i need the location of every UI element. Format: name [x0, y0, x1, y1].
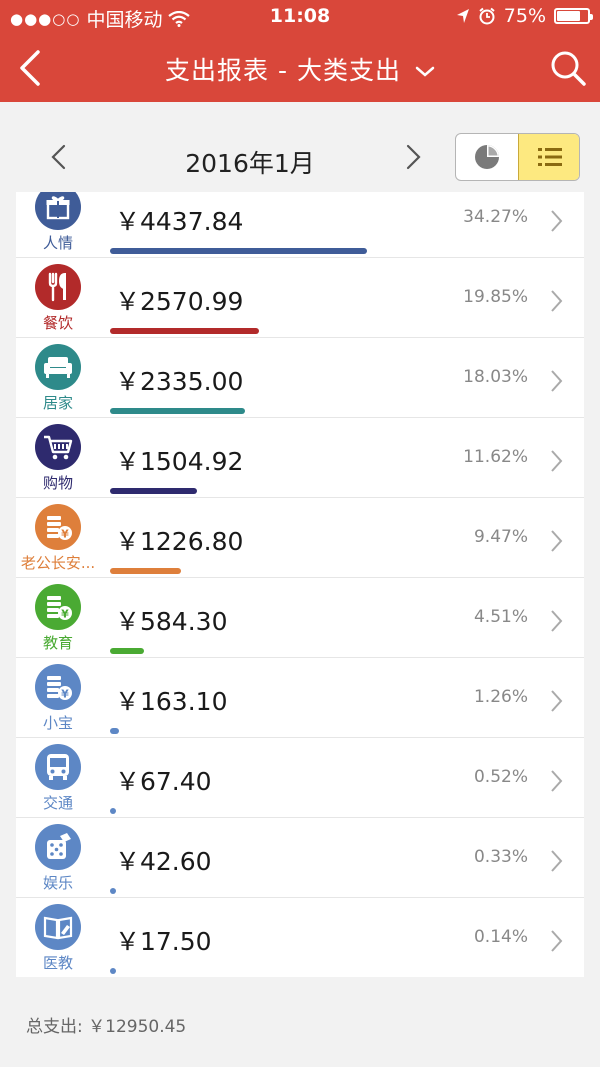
bus-icon	[35, 744, 81, 790]
chevron-right-icon	[551, 530, 563, 552]
category-amount: ￥163.10	[115, 687, 228, 716]
category-name: 餐饮	[42, 314, 73, 332]
sofa-icon	[35, 344, 81, 390]
chevron-right-icon[interactable]	[402, 142, 424, 172]
category-name: 小宝	[42, 714, 73, 732]
total-expense: 总支出: ￥12950.45	[26, 1017, 187, 1037]
report-type-selector[interactable]: 支出报表 - 大类支出	[0, 51, 600, 87]
pie-chart-icon	[475, 145, 499, 169]
category-name: 娱乐	[42, 874, 73, 892]
category-amount: ￥67.40	[115, 767, 212, 796]
percent-bar	[110, 888, 116, 894]
category-percent: 11.62%	[463, 447, 528, 467]
chevron-left-icon[interactable]	[48, 142, 70, 172]
category-row-education[interactable]: ¥ 教育 ￥584.30 4.51%	[16, 578, 584, 658]
status-bar: ●●●○○ 中国移动 11:08 75%	[0, 0, 600, 34]
svg-text:¥: ¥	[61, 528, 69, 541]
category-row-transport[interactable]: 交通 ￥67.40 0.52%	[16, 738, 584, 818]
percent-bar	[110, 328, 259, 334]
category-name: 交通	[42, 794, 73, 812]
list-icon	[537, 148, 562, 166]
category-row-shopping[interactable]: 购物 ￥1504.92 11.62%	[16, 418, 584, 498]
pie-chart-view-button[interactable]	[456, 134, 518, 180]
category-amount: ￥42.60	[115, 847, 212, 876]
category-name: 教育	[42, 634, 73, 652]
category-percent: 0.33%	[473, 847, 528, 867]
percent-bar	[110, 488, 198, 494]
chevron-right-icon	[551, 210, 563, 232]
category-percent: 18.03%	[463, 367, 528, 387]
percent-bar	[110, 728, 120, 734]
view-toggle	[455, 133, 580, 181]
category-row-xiaobao[interactable]: ¥ 小宝 ￥163.10 1.26%	[16, 658, 584, 738]
category-row-medical-education[interactable]: 医教 ￥17.50 0.14%	[16, 898, 584, 977]
category-name: 老公长安...	[20, 554, 96, 572]
svg-text:¥: ¥	[61, 608, 69, 621]
category-percent: 0.52%	[473, 767, 528, 787]
category-amount: ￥584.30	[115, 607, 228, 636]
category-amount: ￥17.50	[115, 927, 212, 956]
chevron-right-icon	[551, 930, 563, 952]
chevron-right-icon	[551, 690, 563, 712]
category-name: 医教	[42, 954, 73, 972]
page-title: 支出报表 - 大类支出	[165, 56, 401, 85]
chevron-right-icon	[551, 770, 563, 792]
coins-yen-icon: ¥	[35, 584, 81, 630]
category-list: 人情 ￥4437.84 34.27% 餐饮 ￥2570.99 19.85% 居家…	[16, 192, 584, 977]
category-amount: ￥1504.92	[115, 447, 244, 476]
coins-yen-icon: ¥	[35, 504, 81, 550]
chevron-right-icon	[551, 610, 563, 632]
shopping-cart-icon	[35, 424, 81, 470]
battery-icon	[554, 8, 593, 24]
percent-bar	[110, 808, 116, 814]
category-name: 居家	[42, 394, 73, 412]
category-row-dining[interactable]: 餐饮 ￥2570.99 19.85%	[16, 258, 584, 338]
dice-icon	[35, 824, 81, 870]
percent-bar	[110, 248, 368, 254]
percent-bar	[110, 648, 144, 654]
nav-bar: 支出报表 - 大类支出	[0, 34, 600, 102]
chevron-down-icon	[415, 66, 435, 77]
category-percent: 19.85%	[463, 287, 528, 307]
category-row-gifts[interactable]: 人情 ￥4437.84 34.27%	[16, 192, 584, 258]
gift-icon	[35, 192, 81, 230]
percent-bar	[110, 968, 116, 974]
book-icon	[35, 904, 81, 950]
chevron-right-icon	[551, 370, 563, 392]
top-header: ●●●○○ 中国移动 11:08 75% 支出报表 - 大类支出	[0, 0, 600, 102]
category-percent: 4.51%	[473, 607, 528, 627]
percent-bar	[110, 408, 246, 414]
search-icon[interactable]	[548, 48, 588, 88]
battery-percent: 75%	[503, 5, 546, 27]
category-amount: ￥2335.00	[115, 367, 244, 396]
alarm-icon	[479, 7, 495, 25]
category-row-home[interactable]: 居家 ￥2335.00 18.03%	[16, 338, 584, 418]
month-label: 2016年1月	[185, 149, 315, 178]
svg-text:¥: ¥	[61, 688, 69, 701]
category-amount: ￥1226.80	[115, 527, 244, 556]
chevron-right-icon	[551, 290, 563, 312]
category-name: 购物	[42, 474, 73, 492]
coins-yen-icon: ¥	[35, 664, 81, 710]
category-amount: ￥2570.99	[115, 287, 244, 316]
category-amount: ￥4437.84	[115, 207, 244, 236]
fork-knife-icon	[35, 264, 81, 310]
percent-bar	[110, 568, 182, 574]
category-row-husband-changan[interactable]: ¥ 老公长安... ￥1226.80 9.47%	[16, 498, 584, 578]
category-name: 人情	[42, 234, 73, 252]
chevron-right-icon	[551, 450, 563, 472]
category-percent: 9.47%	[473, 527, 528, 547]
month-selector: 2016年1月	[0, 102, 600, 192]
location-arrow-icon	[456, 9, 469, 23]
list-view-button[interactable]	[518, 134, 579, 180]
category-row-entertainment[interactable]: 娱乐 ￥42.60 0.33%	[16, 818, 584, 898]
chevron-right-icon	[551, 850, 563, 872]
category-percent: 1.26%	[473, 687, 528, 707]
category-percent: 0.14%	[473, 927, 528, 947]
category-percent: 34.27%	[463, 207, 528, 227]
